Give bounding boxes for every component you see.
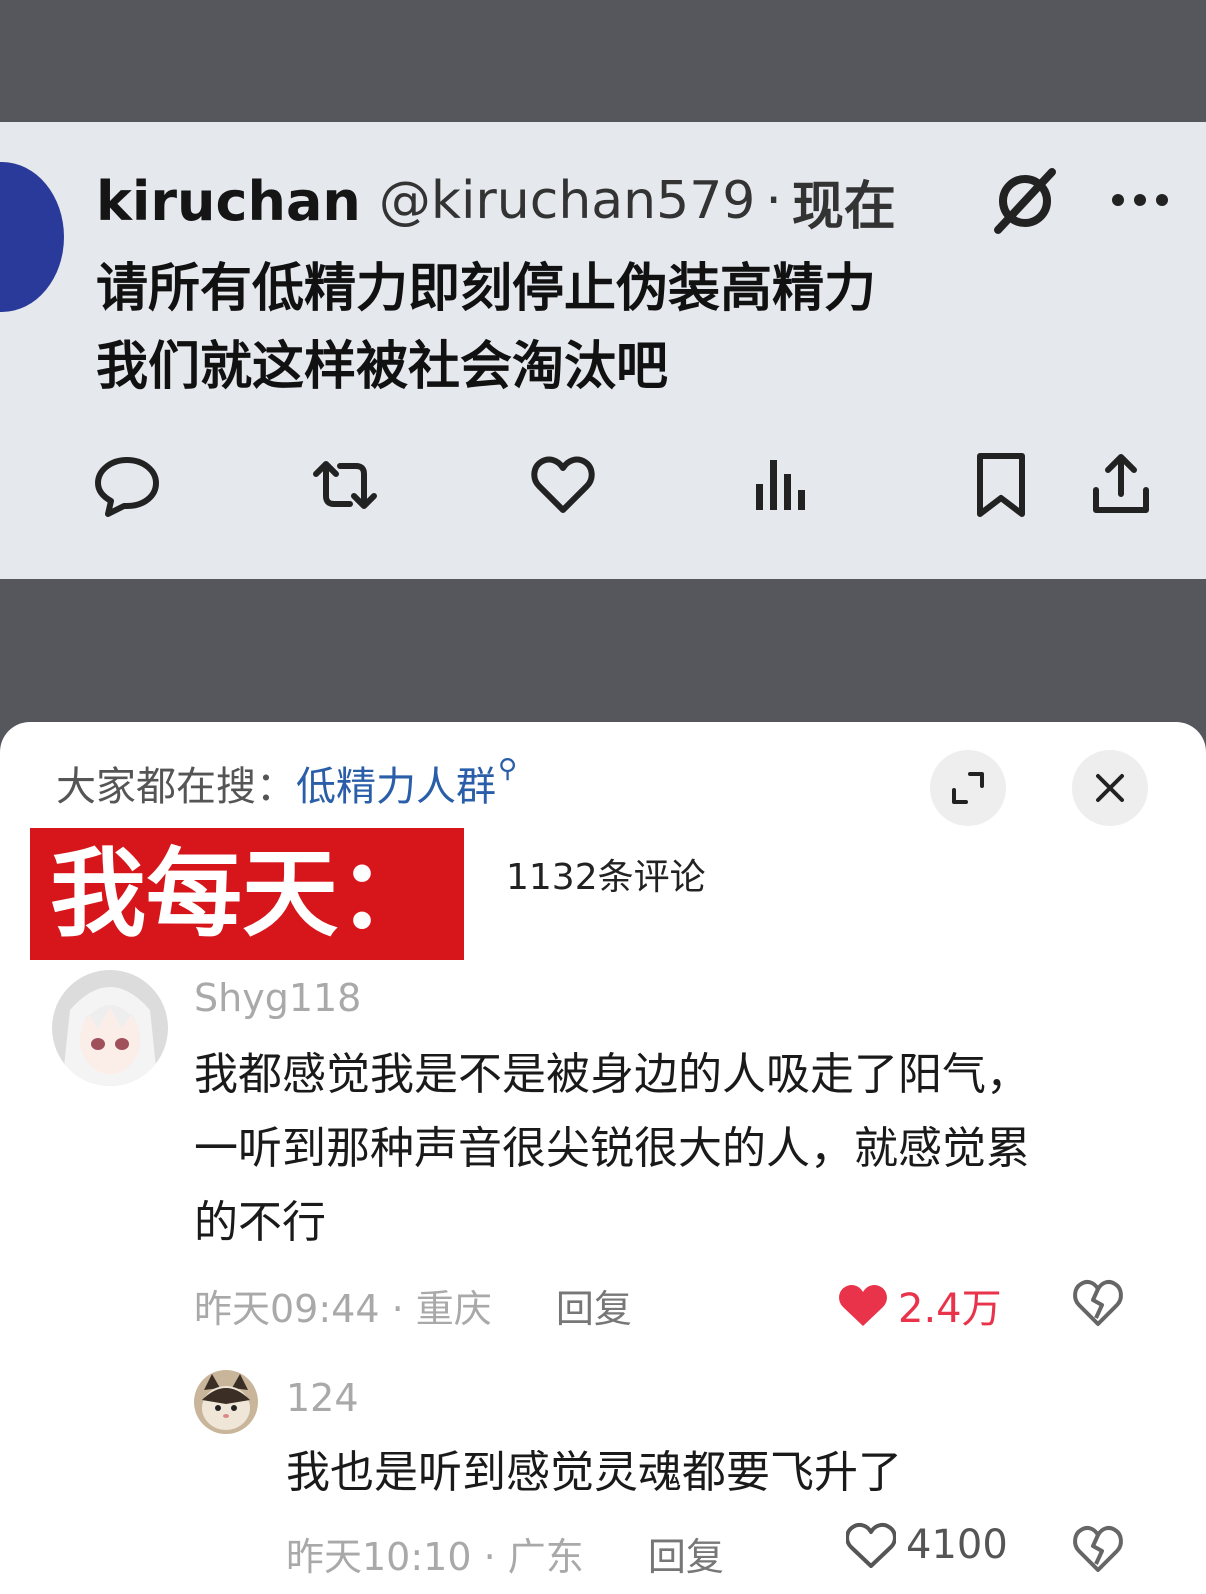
more-options-icon[interactable] [1108, 180, 1172, 220]
share-icon[interactable] [1088, 452, 1154, 518]
grok-icon[interactable] [990, 166, 1060, 236]
reply-button[interactable]: 回复 [556, 1287, 632, 1331]
dislike-broken-heart-icon[interactable] [1072, 1276, 1124, 1328]
like-count: 4100 [906, 1522, 1008, 1568]
tweet-timestamp: 现在 [791, 176, 896, 237]
comment-location: 重庆 [415, 1287, 492, 1331]
tweet-separator: · [765, 171, 782, 231]
meme-banner: 我每天： [30, 828, 464, 960]
cat-avatar-image [194, 1370, 258, 1434]
comment-meta-separator: · [483, 1535, 496, 1579]
dislike-broken-heart-icon[interactable] [1072, 1522, 1124, 1574]
comment-time: 昨天10:10 [286, 1535, 472, 1579]
like-button[interactable]: 4100 [846, 1522, 1008, 1568]
anime-avatar-image [52, 970, 168, 1086]
expand-icon [952, 772, 984, 804]
tweet-body: 请所有低精力即刻停止伪装高精力 我们就这样被社会淘汰吧 [96, 250, 1156, 406]
comment-time: 昨天09:44 [194, 1287, 380, 1331]
trending-search: 大家都在搜：低精力人群⚲ [56, 754, 517, 812]
tweet-card: kiruchan @kiruchan579 · 现在 请所有低精力即刻停止伪装高… [0, 122, 1206, 579]
comment-line: 我也是听到感觉灵魂都要飞升了 [286, 1447, 902, 1498]
heart-outline-icon [846, 1522, 896, 1568]
comment-username[interactable]: 124 [286, 1376, 359, 1420]
comment-line: 的不行 [194, 1197, 326, 1248]
trending-search-prefix: 大家都在搜： [56, 764, 296, 810]
close-icon [1096, 774, 1124, 802]
expand-button[interactable] [930, 750, 1006, 826]
comment-username[interactable]: Shyg118 [194, 976, 361, 1020]
comment-meta: 昨天09:44 · 重庆 回复 [194, 1278, 632, 1333]
comment-text: 我都感觉我是不是被身边的人吸走了阳气， 一听到那种声音很尖锐很大的人，就感觉累 … [194, 1038, 1154, 1260]
comment-line: 我都感觉我是不是被身边的人吸走了阳气， [194, 1049, 1030, 1100]
comment-line: 一听到那种声音很尖锐很大的人，就感觉累 [194, 1123, 1030, 1174]
search-icon[interactable]: ⚲ [498, 754, 517, 784]
reply-icon[interactable] [94, 452, 160, 518]
comment-count: 1132条评论 [506, 857, 706, 898]
tweet-line: 请所有低精力即刻停止伪装高精力 [96, 259, 877, 319]
like-heart-icon[interactable] [530, 452, 596, 518]
heart-filled-icon [839, 1284, 887, 1326]
like-count: 2.4万 [898, 1286, 1002, 1332]
tweet-author-name[interactable]: kiruchan [96, 170, 361, 233]
comment-text: 我也是听到感觉灵魂都要飞升了 [286, 1436, 1166, 1510]
views-analytics-icon[interactable] [750, 452, 816, 518]
avatar[interactable] [52, 970, 168, 1086]
avatar[interactable] [194, 1370, 258, 1434]
comment-location: 广东 [507, 1535, 584, 1579]
retweet-icon[interactable] [312, 452, 378, 518]
tweet-author-handle[interactable]: @kiruchan579 [379, 171, 756, 231]
reply-button[interactable]: 回复 [648, 1535, 724, 1579]
bookmark-icon[interactable] [968, 452, 1034, 518]
tweet-avatar[interactable] [0, 162, 64, 312]
comment-meta-separator: · [391, 1287, 404, 1331]
comment-meta: 昨天10:10 · 广东 回复 [286, 1526, 724, 1581]
trending-search-keyword[interactable]: 低精力人群 [296, 764, 496, 810]
comment-sheet: 大家都在搜：低精力人群⚲ 我每天： 1132条评论 Shyg118 我都感觉我是… [0, 722, 1206, 1594]
like-button[interactable]: 2.4万 [838, 1276, 1002, 1334]
tweet-header: kiruchan @kiruchan579 · 现在 [96, 166, 896, 237]
tweet-line: 我们就这样被社会淘汰吧 [96, 337, 669, 397]
close-button[interactable] [1072, 750, 1148, 826]
